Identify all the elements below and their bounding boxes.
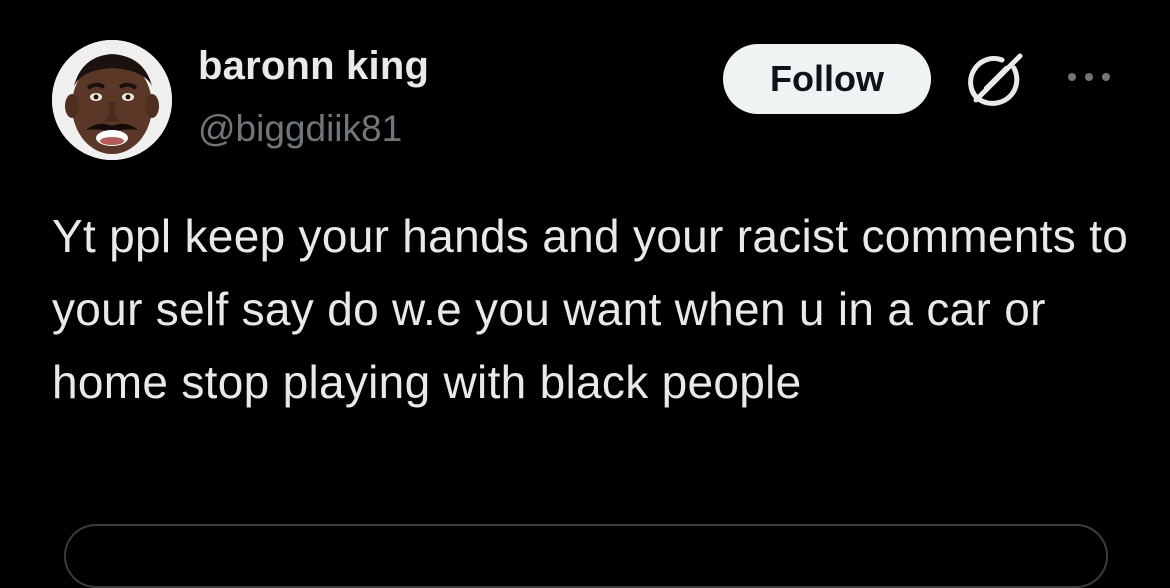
user-handle[interactable]: @biggdiik81 (198, 108, 402, 150)
display-name[interactable]: baronn king (198, 44, 429, 89)
tweet: baronn king @biggdiik81 Follow Yt ppl ke… (0, 0, 1170, 588)
follow-button[interactable]: Follow (723, 44, 931, 114)
grok-icon[interactable] (962, 50, 1026, 112)
embedded-card[interactable] (64, 524, 1108, 588)
tweet-text: Yt ppl keep your hands and your racist c… (52, 210, 1129, 408)
more-options-icon[interactable] (1064, 62, 1114, 92)
avatar[interactable] (52, 40, 172, 160)
avatar-photo (52, 40, 172, 160)
